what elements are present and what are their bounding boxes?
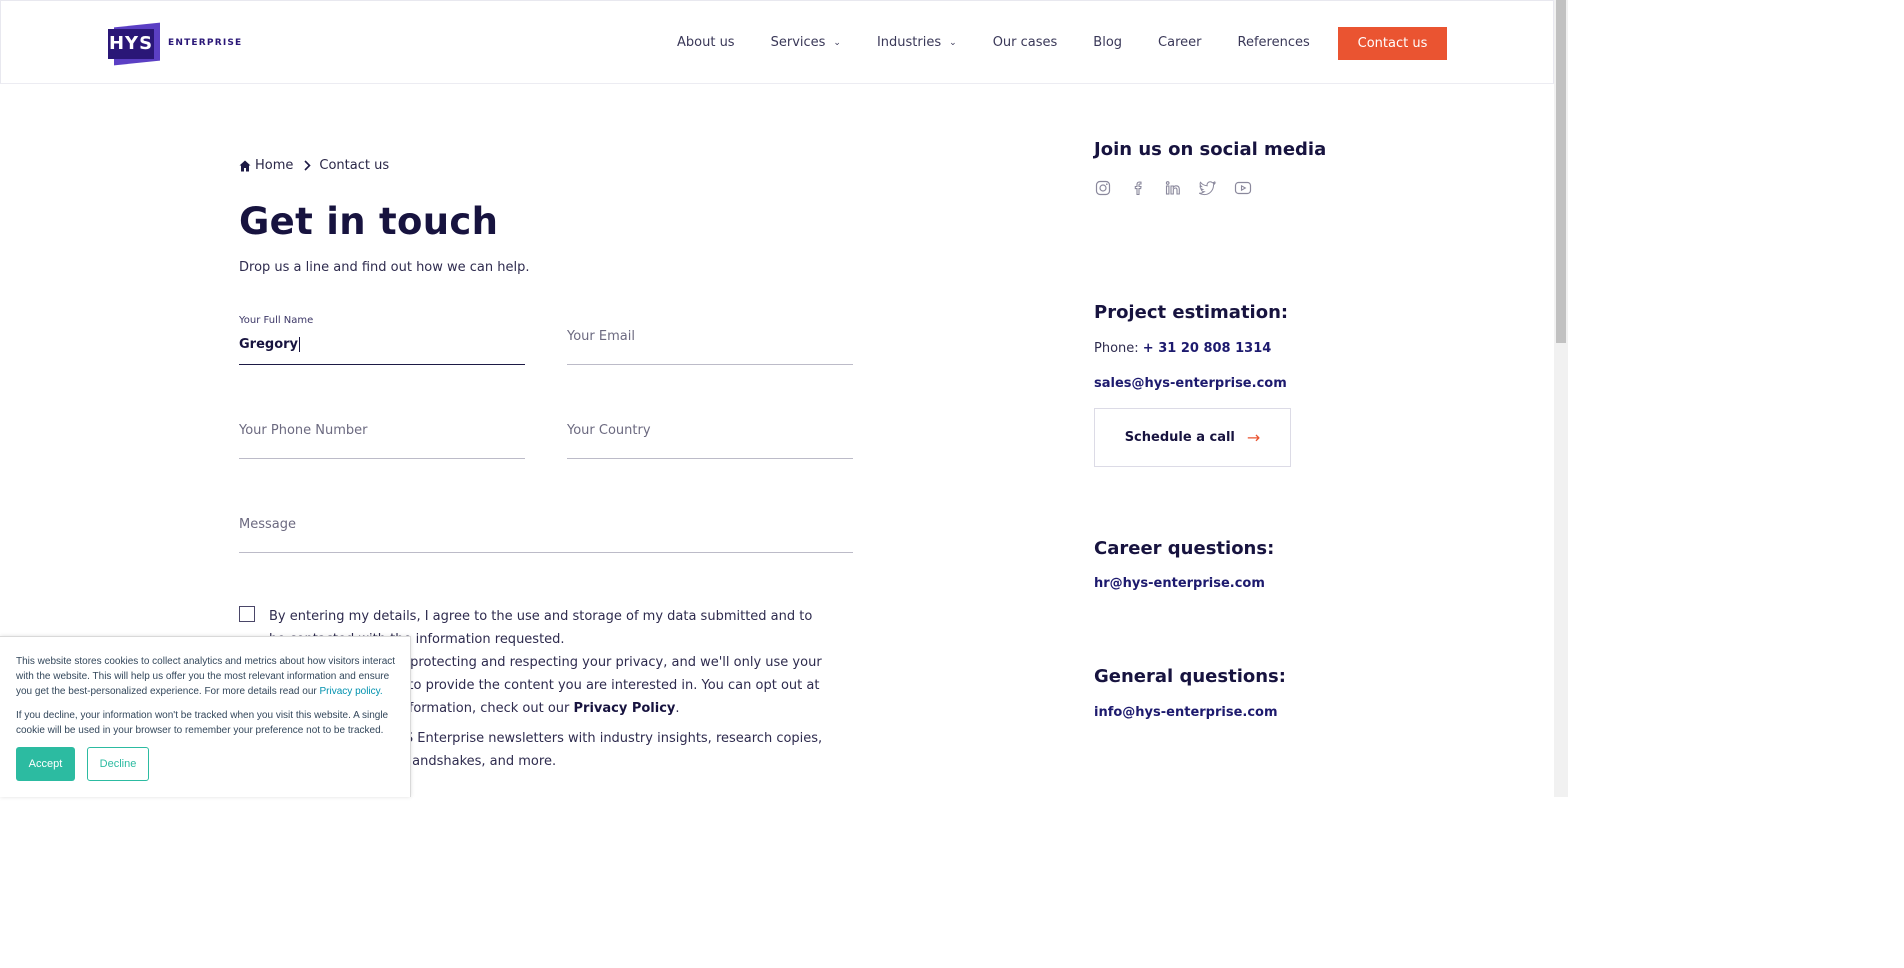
phone-label: Phone: [1094,341,1143,356]
cookie-decline-button[interactable]: Decline [87,747,149,781]
nav-item-label: Blog [1093,35,1123,50]
twitter-icon[interactable] [1197,179,1217,197]
nav-item-about-us[interactable]: About us [677,35,735,50]
linkedin-icon[interactable] [1164,179,1182,197]
breadcrumb-current: Contact us [319,158,390,173]
nav-item-references[interactable]: References [1238,35,1310,50]
full-name-field[interactable]: Your Full Name Gregory [239,315,525,365]
nav-item-industries[interactable]: Industries ⌄ [877,35,957,50]
page-subtitle: Drop us a line and find out how we can h… [239,260,530,275]
logo-text: ENTERPRISE [168,38,243,48]
nav-item-services[interactable]: Services ⌄ [771,35,841,50]
project-phone: Phone: + 31 20 808 1314 [1094,341,1271,356]
career-email-link[interactable]: hr@hys-enterprise.com [1094,576,1265,591]
social-links [1094,179,1269,197]
facebook-icon[interactable] [1129,179,1147,197]
sales-email-link[interactable]: sales@hys-enterprise.com [1094,376,1287,391]
general-questions-heading: General questions: [1094,666,1286,687]
nav-item-label: References [1237,35,1310,50]
cookie-text-1: This website stores cookies to collect a… [16,654,398,699]
cookie-text-2: If you decline, your information won't b… [16,710,389,736]
full-name-value[interactable]: Gregory [239,337,301,352]
message-placeholder: Message [239,517,296,532]
chevron-right-icon [304,160,312,171]
breadcrumb: Home Contact us [239,158,389,173]
email-placeholder: Your Email [567,329,635,344]
chevron-down-icon: ⌄ [833,37,841,48]
logo-mark-text: HYS [108,29,154,59]
country-placeholder: Your Country [567,423,651,438]
site-header: HYS ENTERPRISE About us Services ⌄ Indust… [0,0,1554,84]
nav-item-our-cases[interactable]: Our cases [993,35,1058,50]
schedule-call-label: Schedule a call [1124,430,1235,445]
page-title: Get in touch [239,200,499,243]
page-scrollbar[interactable] [1554,0,1568,797]
consent-checkbox[interactable] [239,606,255,622]
nav-item-career[interactable]: Career [1158,35,1201,50]
career-questions-heading: Career questions: [1094,538,1275,559]
breadcrumb-home[interactable]: Home [255,158,293,173]
project-estimation-heading: Project estimation: [1094,302,1289,323]
full-name-text: Gregory [239,337,299,352]
cookie-accept-button[interactable]: Accept [16,747,75,781]
scrollbar-thumb[interactable] [1556,0,1566,343]
chevron-down-icon: ⌄ [949,37,957,48]
nav-item-label: About us [677,35,735,50]
phone-field[interactable]: Your Phone Number [239,409,525,459]
social-heading: Join us on social media [1094,139,1327,160]
schedule-call-button[interactable]: Schedule a call → [1094,408,1291,467]
consent-line-2-end: . [675,701,680,716]
email-field[interactable]: Your Email [567,315,853,365]
logo[interactable]: HYS ENTERPRISE [108,22,243,66]
contact-us-button[interactable]: Contact us [1338,27,1447,60]
instagram-icon[interactable] [1094,179,1112,197]
nav-item-label: Our cases [992,35,1058,50]
text-caret [299,337,301,352]
message-field[interactable]: Message [239,503,853,553]
nav-item-blog[interactable]: Blog [1093,35,1122,50]
phone-link[interactable]: + 31 20 808 1314 [1143,341,1272,356]
main-nav: About us Services ⌄ Industries ⌄ Our cases… [677,35,1346,50]
nav-item-label: Services [770,35,826,50]
phone-placeholder: Your Phone Number [239,423,368,438]
youtube-icon[interactable] [1234,179,1252,197]
arrow-right-icon: → [1246,428,1261,447]
general-email-link[interactable]: info@hys-enterprise.com [1094,705,1278,720]
logo-mark: HYS [108,22,160,66]
privacy-policy-link[interactable]: Privacy Policy [574,701,676,716]
home-icon [239,160,251,171]
cookie-banner: This website stores cookies to collect a… [0,636,411,797]
nav-item-label: Industries [876,35,942,50]
country-field[interactable]: Your Country [567,409,853,459]
cookie-privacy-link[interactable]: Privacy policy. [320,686,383,697]
nav-item-label: Career [1158,35,1202,50]
full-name-label: Your Full Name [239,315,314,326]
